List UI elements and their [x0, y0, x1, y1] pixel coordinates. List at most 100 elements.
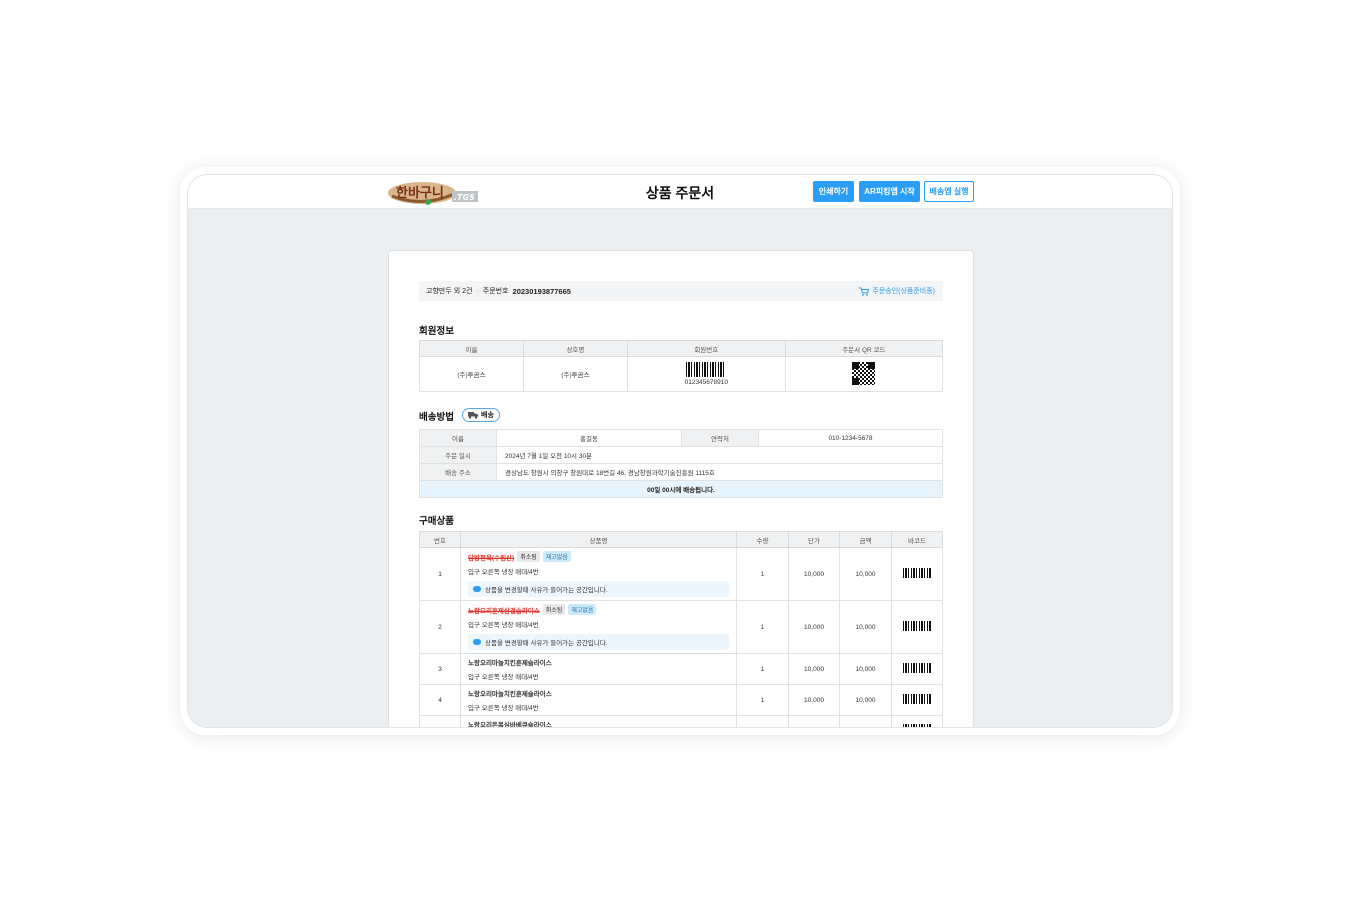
- delivery-app-button[interactable]: 배송앱 실행: [924, 181, 974, 202]
- device-frame: 한바구니 .TGS 상품 주문서 인쇄하기 AR피킹앱 시작 배송앱 실행 고향…: [180, 167, 1180, 735]
- row-no: 4: [419, 684, 461, 716]
- change-reason: 상품을 변경할때 사유가 들어가는 공간입니다.: [468, 634, 729, 650]
- row-qty: 1: [736, 600, 789, 654]
- ship-name: 홍길동: [496, 429, 682, 447]
- cancelled-tag: 취소됨: [542, 604, 566, 615]
- col-no: 번호: [419, 531, 461, 548]
- product-name-line: 담방편육(수림산) 취소됨 재고없음: [468, 551, 729, 562]
- product-name: 노랑오리훈제삼겹슬라이스: [468, 607, 540, 615]
- row-no: 2: [419, 600, 461, 654]
- row-barcode: [891, 600, 943, 654]
- products-title: 구매상품: [419, 516, 454, 527]
- table-row[interactable]: 2 노랑오리훈제삼겹슬라이스 취소됨 재고없음 입구 오른쪽 냉장 매대/4번 …: [419, 600, 943, 654]
- row-qty: 1: [736, 684, 789, 716]
- member-no: 012345678910: [684, 379, 728, 386]
- product-location: 입구 오른쪽 냉장 매대/4번: [468, 622, 539, 629]
- row-qty: 1: [736, 653, 789, 685]
- row-name-cell: 노랑오리마늘치킨훈제슬라이스 입구 오른쪽 냉장 매대/4번: [460, 684, 737, 716]
- table-row[interactable]: 5 노랑오리돈목심바베큐슬라이스 1 10,000 10,000: [419, 715, 943, 728]
- ship-date: 2024년 7월 1일 오전 10시 30분: [496, 446, 943, 464]
- row-amount: 10,000: [839, 684, 892, 716]
- row-barcode: [891, 715, 943, 727]
- ar-picking-start-button[interactable]: AR피킹앱 시작: [859, 181, 920, 202]
- order-no-label: 주문번호: [482, 288, 509, 295]
- col-qr: 주문서 QR 코드: [784, 340, 944, 357]
- table-row[interactable]: 3 노랑오리마늘치킨훈제슬라이스 입구 오른쪽 냉장 매대/4번 1 10,00…: [419, 653, 943, 685]
- top-bar: 한바구니 .TGS 상품 주문서 인쇄하기 AR피킹앱 시작 배송앱 실행: [188, 175, 1172, 209]
- ship-addr: 경상남도 창원시 의창구 창원대로 18번길 46, 경남창원과학기술진흥원 1…: [496, 463, 943, 481]
- delivery-notice: 00일 00시에 배송됩니다.: [419, 480, 943, 498]
- out-of-stock-tag: 재고없음: [568, 604, 597, 615]
- order-status-label: 주문승인(상품준비중): [872, 288, 935, 295]
- row-barcode: [891, 684, 943, 716]
- separator: ·: [476, 287, 479, 295]
- ship-addr-label: 배송 주소: [419, 463, 497, 481]
- ship-date-label: 주문 일시: [419, 446, 497, 464]
- product-name: 노랑오리돈목심바베큐슬라이스: [468, 722, 552, 728]
- change-reason-text: 상품을 변경할때 사유가 들어가는 공간입니다.: [485, 640, 608, 647]
- col-company: 상호명: [522, 340, 628, 357]
- row-amount: 10,000: [839, 600, 892, 654]
- row-price: 10,000: [788, 653, 840, 685]
- row-name-cell: 노랑오리돈목심바베큐슬라이스: [460, 715, 737, 728]
- member-company: (주)투곰스: [522, 356, 628, 392]
- shipping-table: 이름 홍길동 연락처 010-1234-5678 주문 일시 2024년 7월 …: [419, 429, 943, 498]
- row-price: 10,000: [788, 600, 840, 654]
- products-table: 번호 상품명 수량 단가 금액 바코드 1 담방편육(수림산) 취소됨 재고없음: [419, 531, 943, 728]
- qr-cell: [784, 356, 944, 392]
- member-no-cell: 012345678910: [626, 356, 786, 392]
- table-row[interactable]: 4 노랑오리마늘치킨훈제슬라이스 입구 오른쪽 냉장 매대/4번 1 10,00…: [419, 684, 943, 716]
- print-button[interactable]: 인쇄하기: [813, 181, 854, 202]
- truck-icon: [468, 412, 479, 419]
- cart-icon: [859, 287, 870, 296]
- row-amount: 10,000: [839, 715, 892, 727]
- row-name-cell: 노랑오리훈제삼겹슬라이스 취소됨 재고없음 입구 오른쪽 냉장 매대/4번 상품…: [460, 600, 737, 654]
- table-row[interactable]: 1 담방편육(수림산) 취소됨 재고없음 입구 오른쪽 냉장 매대/4번 상품을…: [419, 547, 943, 601]
- member-barcode: [686, 362, 727, 377]
- row-price: 10,000: [788, 715, 840, 727]
- row-no: 5: [419, 715, 461, 727]
- ship-name-label: 이름: [419, 429, 497, 447]
- col-member-no: 회원번호: [626, 340, 786, 357]
- member-info-table: 이름 상호명 회원번호 주문서 QR 코드 (주)투곰스 (주)투곰스 0123…: [419, 340, 944, 392]
- row-name-cell: 노랑오리마늘치킨훈제슬라이스 입구 오른쪽 냉장 매대/4번: [460, 653, 737, 685]
- row-no: 1: [419, 547, 461, 601]
- barcode-icon: [903, 663, 931, 673]
- row-name-cell: 담방편육(수림산) 취소됨 재고없음 입구 오른쪽 냉장 매대/4번 상품을 변…: [460, 547, 737, 601]
- row-price: 10,000: [788, 684, 840, 716]
- col-product-name: 상품명: [460, 531, 737, 548]
- col-qty: 수량: [736, 531, 789, 548]
- chat-icon: [473, 639, 481, 645]
- page-title: 상품 주문서: [645, 185, 715, 201]
- cancelled-tag: 취소됨: [517, 551, 540, 562]
- change-reason-text: 상품을 변경할때 사유가 들어가는 공간입니다.: [485, 587, 608, 594]
- delivery-badge: 배송: [462, 408, 500, 422]
- ship-phone: 010-1234-5678: [758, 429, 943, 447]
- product-name: 노랑오리마늘치킨훈제슬라이스: [468, 691, 552, 698]
- order-summary-bar: 고향만두 외 2건 · 주문번호 20230193877665 주문승인(상품준…: [419, 281, 943, 301]
- row-amount: 10,000: [839, 653, 892, 685]
- product-location: 입구 오른쪽 냉장 매대/4번: [468, 569, 539, 576]
- product-name: 담방편육(수림산): [468, 554, 515, 562]
- row-price: 10,000: [788, 547, 840, 601]
- order-number: 20230193877665: [512, 286, 571, 296]
- app-screen: 한바구니 .TGS 상품 주문서 인쇄하기 AR피킹앱 시작 배송앱 실행 고향…: [187, 174, 1173, 728]
- col-price: 단가: [788, 531, 840, 548]
- out-of-stock-tag: 재고없음: [542, 551, 571, 562]
- barcode-icon: [903, 694, 931, 704]
- product-location: 입구 오른쪽 냉장 매대/4번: [468, 705, 539, 712]
- row-amount: 10,000: [839, 547, 892, 601]
- qr-code: [852, 361, 876, 385]
- order-status[interactable]: 주문승인(상품준비중): [859, 286, 935, 296]
- barcode-icon: [903, 568, 931, 578]
- barcode-icon: [903, 621, 931, 631]
- barcode-icon: [903, 724, 931, 727]
- col-barcode: 바코드: [891, 531, 943, 548]
- product-location: 입구 오른쪽 냉장 매대/4번: [468, 674, 539, 681]
- shipping-method-title: 배송방법: [419, 412, 454, 423]
- row-no: 3: [419, 653, 461, 685]
- row-barcode: [891, 653, 943, 685]
- change-reason: 상품을 변경할때 사유가 들어가는 공간입니다.: [468, 581, 729, 597]
- member-info-title: 회원정보: [419, 326, 454, 337]
- row-qty: 1: [736, 547, 789, 601]
